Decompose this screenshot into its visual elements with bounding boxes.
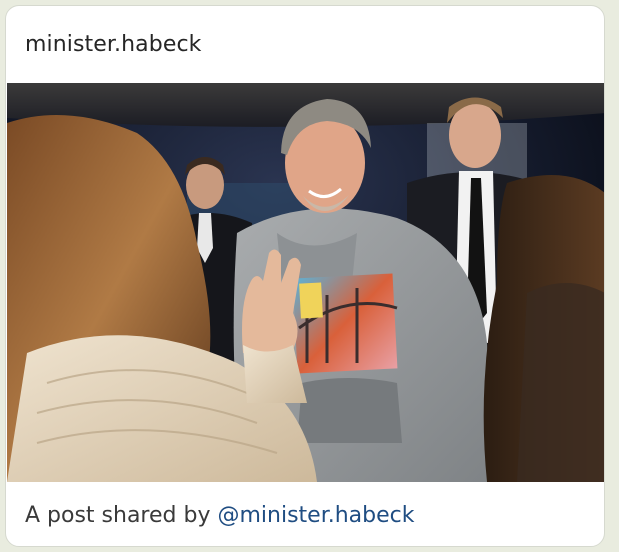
caption-handle-link[interactable]: @minister.habeck (217, 503, 414, 528)
post-photo[interactable] (7, 83, 604, 482)
post-username[interactable]: minister.habeck (25, 32, 202, 57)
post-header: minister.habeck (6, 6, 604, 83)
post-caption: A post shared by @minister.habeck (6, 482, 604, 546)
embedded-post-card: minister.habeck A post shared by @minist… (5, 5, 605, 547)
caption-prefix: A post shared by (25, 502, 211, 528)
